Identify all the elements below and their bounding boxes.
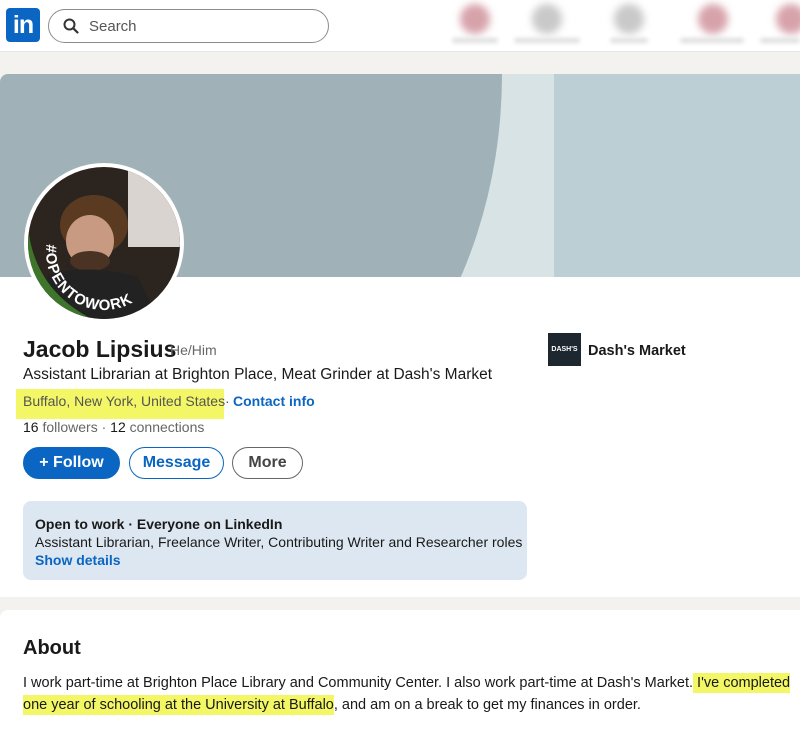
- followers-label[interactable]: followers: [42, 419, 97, 435]
- profile-photo-image: #OPENTOWORK: [28, 167, 180, 319]
- followers-count: 16: [23, 419, 39, 435]
- nav-home-label: [452, 38, 498, 43]
- profile-photo[interactable]: #OPENTOWORK: [24, 163, 184, 323]
- about-title: About: [23, 637, 81, 659]
- about-text: I work part-time at Brighton Place Libra…: [23, 672, 793, 716]
- search-box[interactable]: [48, 9, 329, 43]
- contact-info-link[interactable]: Contact info: [233, 393, 315, 409]
- profile-headline: Assistant Librarian at Brighton Place, M…: [23, 366, 493, 383]
- nav-messaging-icon[interactable]: [698, 4, 728, 34]
- about-section: About I work part-time at Brighton Place…: [0, 610, 800, 733]
- about-text-part2: , and am on a break to get my finances i…: [333, 697, 641, 713]
- search-input[interactable]: [89, 15, 319, 37]
- search-icon: [63, 18, 79, 34]
- company-logo: DASH'S: [548, 333, 581, 366]
- show-details-link[interactable]: Show details: [35, 552, 121, 568]
- connections-count: 12: [110, 419, 126, 435]
- message-button[interactable]: Message: [129, 447, 224, 479]
- more-button[interactable]: More: [232, 447, 303, 479]
- linkedin-logo[interactable]: in: [6, 8, 40, 42]
- follow-button[interactable]: + Follow: [23, 447, 120, 479]
- nav-notifications-icon[interactable]: [776, 4, 800, 34]
- nav-jobs-icon[interactable]: [614, 4, 644, 34]
- top-nav-bar: in: [0, 0, 800, 52]
- profile-location: Buffalo, New York, United States: [23, 393, 226, 409]
- profile-name: Jacob Lipsius: [23, 336, 177, 362]
- nav-network-icon[interactable]: [532, 4, 562, 34]
- about-text-part1: I work part-time at Brighton Place Libra…: [23, 675, 694, 691]
- nav-home-icon[interactable]: [460, 4, 490, 34]
- open-to-work-roles: Assistant Librarian, Freelance Writer, C…: [35, 534, 523, 550]
- connections-label[interactable]: connections: [130, 419, 205, 435]
- nav-network-label: [514, 38, 580, 43]
- pronouns: He/Him: [170, 342, 217, 358]
- nav-messaging-label: [680, 38, 744, 43]
- nav-notifications-label: [760, 38, 800, 43]
- open-to-work-title: Open to work · Everyone on LinkedIn: [35, 516, 283, 532]
- nav-jobs-label: [610, 38, 648, 43]
- open-to-work-card[interactable]: Open to work · Everyone on LinkedIn Assi…: [23, 501, 527, 580]
- separator-dot: ·: [225, 393, 230, 409]
- cover-panel-shape: [554, 74, 800, 277]
- company-name[interactable]: Dash's Market: [588, 343, 686, 359]
- separator-dot: ·: [101, 419, 107, 435]
- network-stats: 16 followers · 12 connections: [23, 419, 204, 435]
